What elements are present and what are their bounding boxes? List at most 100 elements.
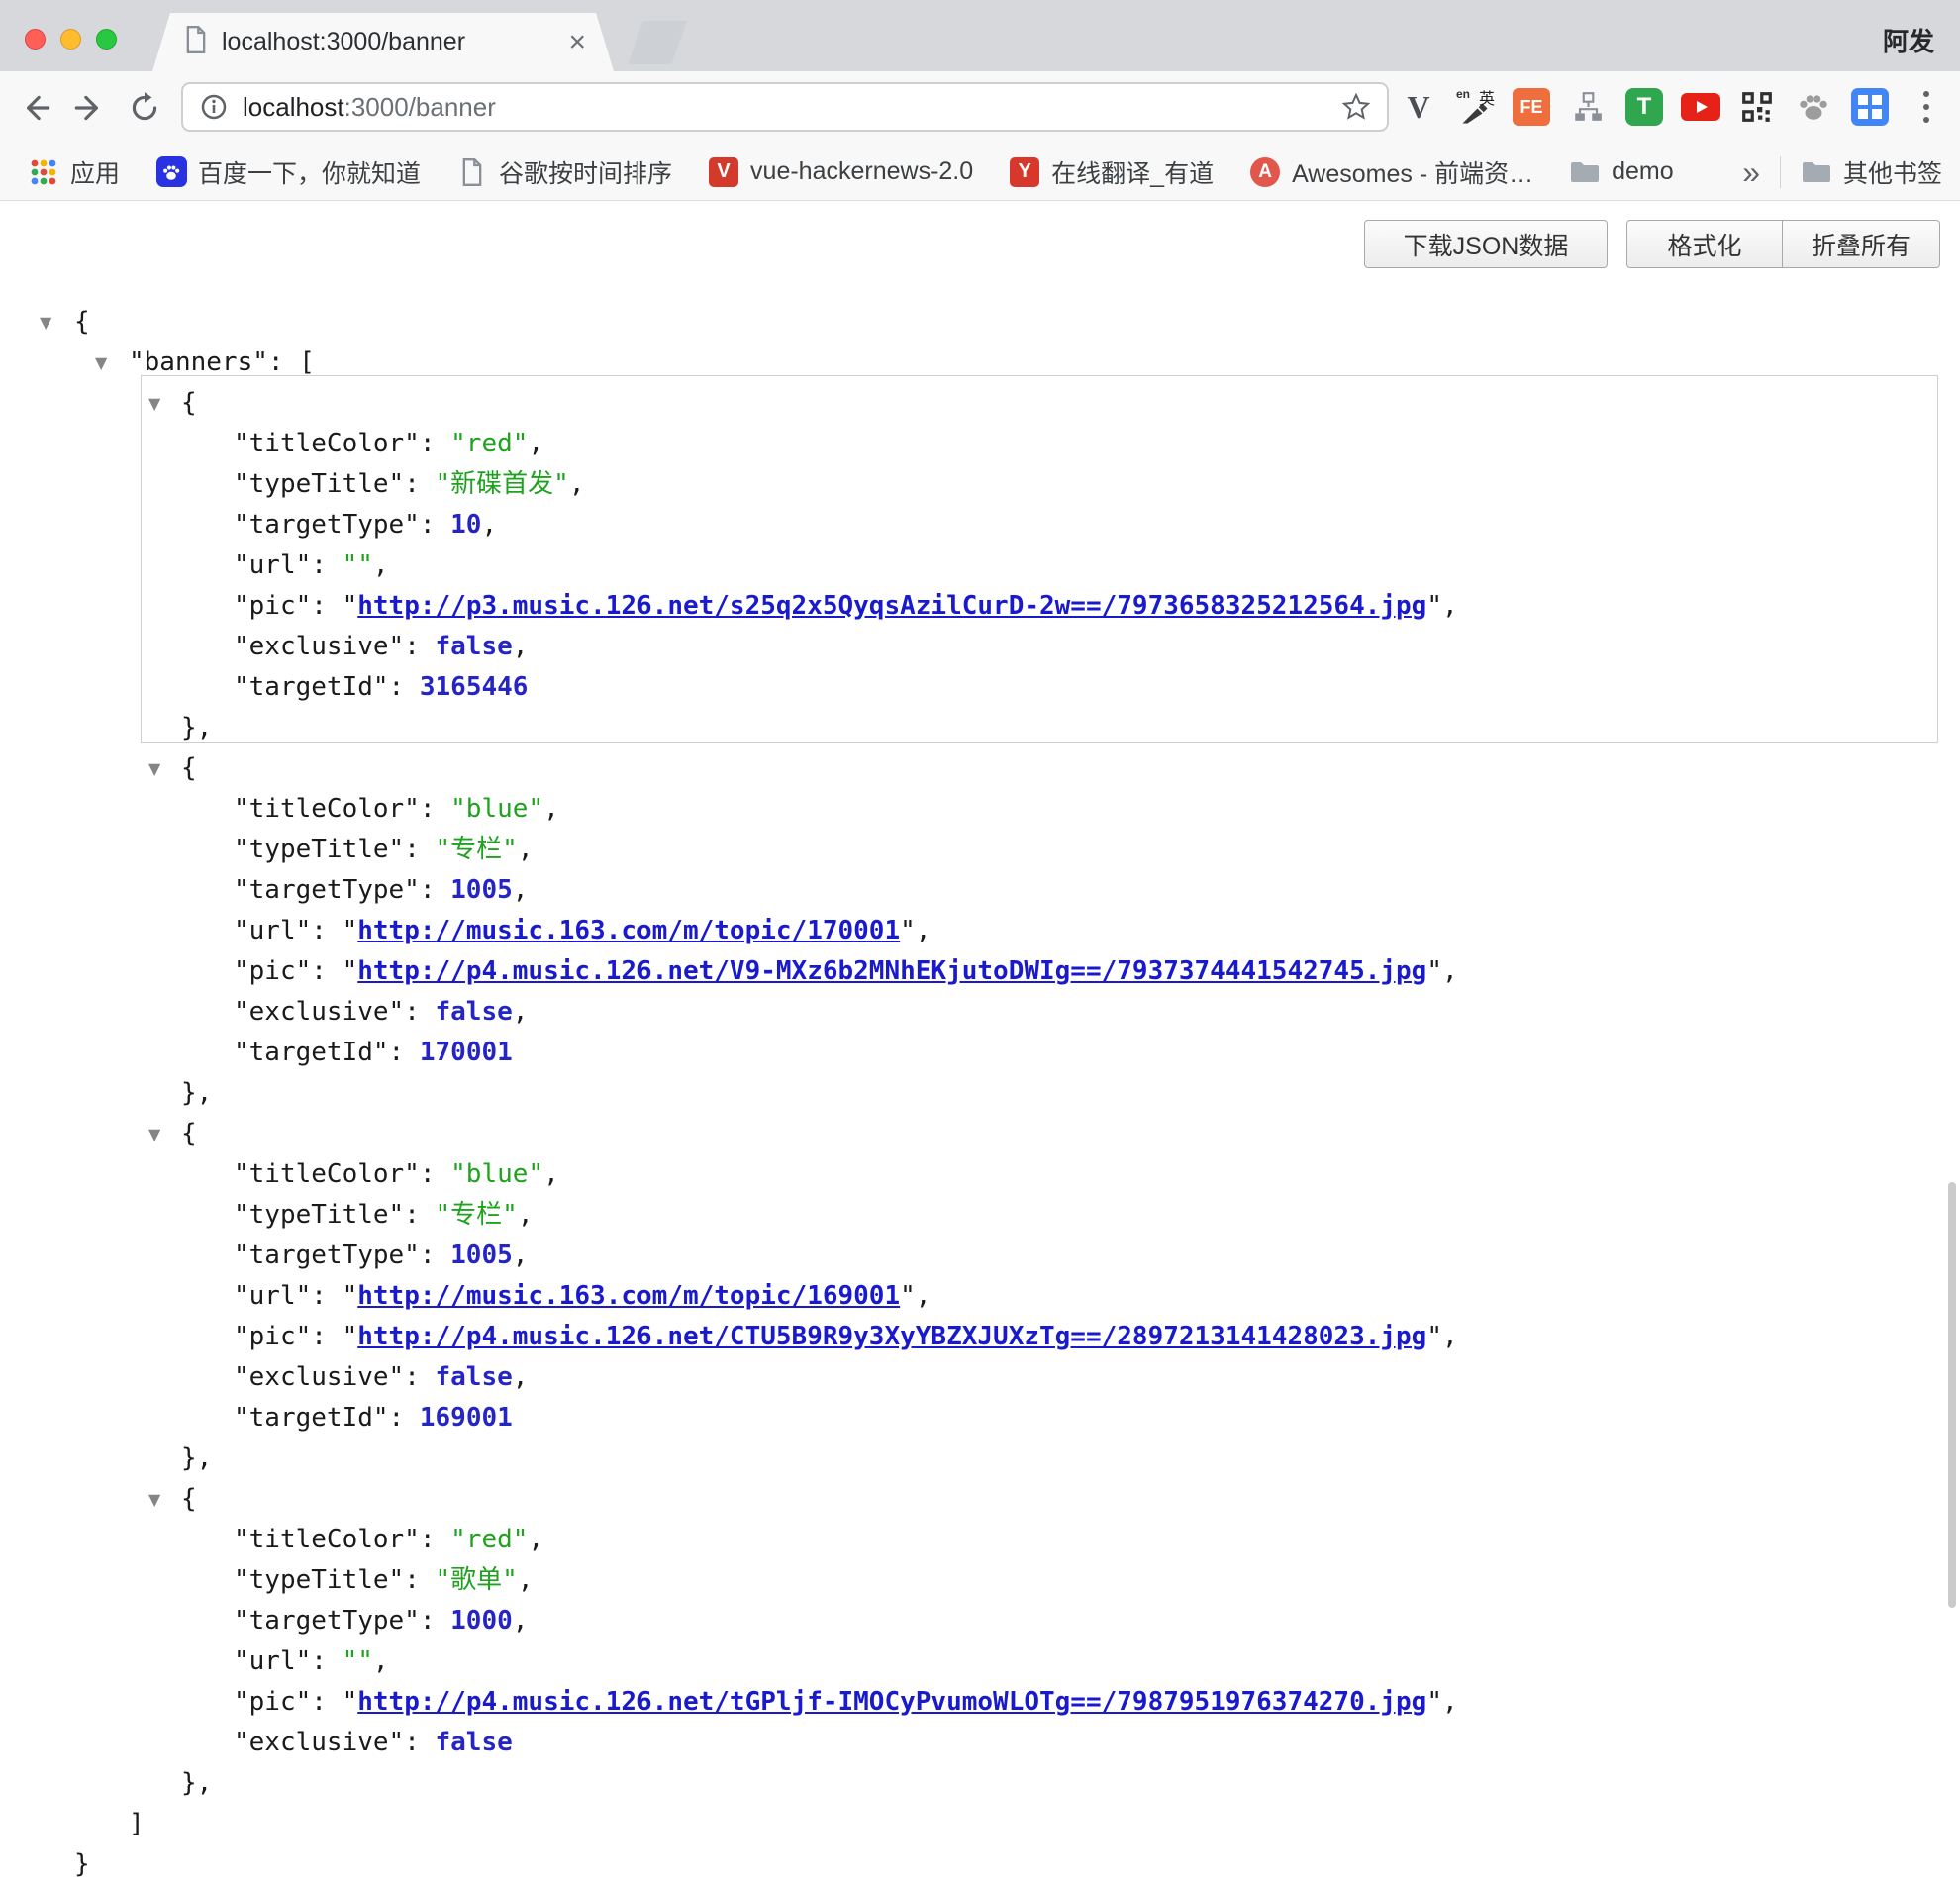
back-icon[interactable] xyxy=(16,88,55,128)
json-line: "targetType": 1005, xyxy=(0,870,1960,911)
blue-grid-icon[interactable] xyxy=(1848,85,1892,129)
json-punctuation: : xyxy=(311,916,342,945)
url-link[interactable]: http://p4.music.126.net/tGPljf-IMOCyPvum… xyxy=(357,1687,1426,1717)
json-line: "typeTitle": "专栏", xyxy=(0,830,1960,870)
json-line: "exclusive": false xyxy=(0,1723,1960,1763)
bookmark-label: 应用 xyxy=(70,154,120,190)
json-punctuation: " xyxy=(900,1281,916,1311)
bookmark-item-vue-hackernews[interactable]: V vue-hackernews-2.0 xyxy=(708,156,973,188)
json-key: "targetType" xyxy=(234,1606,420,1636)
window-titlebar: localhost:3000/banner × 阿发 xyxy=(0,0,1960,71)
youdao-icon: Y xyxy=(1009,156,1040,188)
collapse-triangle-icon[interactable]: ▼ xyxy=(95,343,107,383)
json-value-string: "blue" xyxy=(450,1159,543,1189)
v-mark-icon[interactable]: V xyxy=(1397,85,1440,129)
json-line: "targetId": 3165446 xyxy=(0,667,1960,708)
bookmark-star-icon[interactable] xyxy=(1341,92,1371,122)
qrcode-icon[interactable] xyxy=(1735,85,1779,129)
info-icon[interactable] xyxy=(199,92,229,122)
url-link[interactable]: http://p4.music.126.net/V9-MXz6b2MNhEKju… xyxy=(357,956,1426,986)
url-link[interactable]: http://p3.music.126.net/s25q2x5QyqsAzilC… xyxy=(357,591,1426,621)
bookmark-item-demo[interactable]: demo xyxy=(1569,156,1674,188)
json-key: "pic" xyxy=(234,956,311,986)
browser-toolbar: localhost:3000/banner V en英 FE T xyxy=(0,71,1960,144)
json-line: "pic": "http://p3.music.126.net/s25q2x5Q… xyxy=(0,586,1960,627)
vertical-scrollbar[interactable] xyxy=(1948,1182,1956,1608)
menu-dots-icon[interactable] xyxy=(1905,85,1948,129)
url-link[interactable]: http://music.163.com/m/topic/170001 xyxy=(357,916,900,945)
json-punctuation: " xyxy=(343,591,358,621)
json-value-string: "red" xyxy=(450,429,528,458)
fe-icon[interactable]: FE xyxy=(1510,85,1553,129)
browser-tab[interactable]: localhost:3000/banner × xyxy=(152,13,614,71)
json-line: "exclusive": false, xyxy=(0,627,1960,667)
json-punctuation: }, xyxy=(181,1443,212,1473)
collapse-triangle-icon[interactable]: ▼ xyxy=(148,748,160,789)
json-punctuation: , xyxy=(569,469,585,499)
json-key: "typeTitle" xyxy=(234,1565,404,1595)
traffic-lights xyxy=(25,29,117,50)
json-value-number: 170001 xyxy=(420,1038,513,1067)
reload-icon[interactable] xyxy=(125,88,164,128)
maximize-window-button[interactable] xyxy=(96,29,117,50)
json-object: ▼{"titleColor": "blue","typeTitle": "专栏"… xyxy=(0,1114,1960,1479)
json-punctuation: " xyxy=(1426,1322,1442,1351)
bookmark-item-baidu[interactable]: 百度一下，你就知道 xyxy=(155,154,421,190)
json-key: "exclusive" xyxy=(234,1362,404,1392)
youtube-icon[interactable] xyxy=(1679,85,1722,129)
json-line: ▼{ xyxy=(0,748,1960,789)
collapse-triangle-icon[interactable]: ▼ xyxy=(148,383,160,424)
collapse-triangle-icon[interactable]: ▼ xyxy=(40,302,51,343)
json-punctuation: , xyxy=(373,1646,389,1676)
json-key: "targetType" xyxy=(234,1240,420,1270)
bookmark-item-google-sort[interactable]: 谷歌按时间排序 xyxy=(456,154,672,190)
page-content: 下载JSON数据 格式化 折叠所有 ▼{▼"banners": [▼{"titl… xyxy=(0,201,1960,1736)
collapse-triangle-icon[interactable]: ▼ xyxy=(148,1479,160,1520)
url-link[interactable]: http://music.163.com/m/topic/169001 xyxy=(357,1281,900,1311)
bookmark-item-apps[interactable]: 应用 xyxy=(28,154,120,190)
json-line: "url": "http://music.163.com/m/topic/169… xyxy=(0,1276,1960,1317)
other-bookmarks-folder[interactable]: 其他书签 xyxy=(1801,154,1942,190)
json-punctuation: , xyxy=(916,916,931,945)
json-punctuation: : xyxy=(389,672,420,702)
close-window-button[interactable] xyxy=(25,29,46,50)
bookmark-label: 谷歌按时间排序 xyxy=(499,154,672,190)
new-tab-button[interactable] xyxy=(628,21,687,64)
paw-icon[interactable] xyxy=(1792,85,1835,129)
json-value-string: "red" xyxy=(450,1525,528,1554)
bookmark-item-youdao[interactable]: Y 在线翻译_有道 xyxy=(1009,154,1214,190)
url-link[interactable]: http://p4.music.126.net/CTU5B9R9y3XyYBZX… xyxy=(357,1322,1426,1351)
json-punctuation: " xyxy=(1426,591,1442,621)
address-bar[interactable]: localhost:3000/banner xyxy=(181,82,1389,132)
json-value-number: 1005 xyxy=(450,1240,513,1270)
translate-pen-icon[interactable]: en英 xyxy=(1453,85,1497,129)
collapse-triangle-icon[interactable]: ▼ xyxy=(148,1114,160,1154)
json-punctuation: , xyxy=(1442,591,1458,621)
json-line: }, xyxy=(0,1763,1960,1804)
bookmark-label: demo xyxy=(1612,157,1674,186)
forward-icon[interactable] xyxy=(69,88,109,128)
json-key: "titleColor" xyxy=(234,1159,420,1189)
json-line: "url": "", xyxy=(0,546,1960,586)
json-punctuation: , xyxy=(528,429,543,458)
org-chart-icon[interactable] xyxy=(1566,85,1610,129)
json-line: "typeTitle": "专栏", xyxy=(0,1195,1960,1236)
json-line: "url": "", xyxy=(0,1641,1960,1682)
minimize-window-button[interactable] xyxy=(60,29,81,50)
json-key: "typeTitle" xyxy=(234,835,404,864)
page-favicon-icon xyxy=(184,26,208,58)
format-button[interactable]: 格式化 xyxy=(1626,220,1783,268)
profile-name: 阿发 xyxy=(1883,22,1934,58)
json-punctuation: : xyxy=(420,794,450,824)
json-punctuation: : xyxy=(311,550,342,580)
json-punctuation: , xyxy=(1442,1687,1458,1717)
bookmark-label: 在线翻译_有道 xyxy=(1051,154,1214,190)
bookmarks-overflow-chevron-icon[interactable]: » xyxy=(1742,156,1760,188)
bookmark-item-awesomes[interactable]: A Awesomes - 前端资… xyxy=(1249,154,1533,190)
bookmark-label: 百度一下，你就知道 xyxy=(198,154,421,190)
download-json-button[interactable]: 下载JSON数据 xyxy=(1364,220,1608,268)
collapse-all-button[interactable]: 折叠所有 xyxy=(1783,220,1940,268)
json-punctuation: }, xyxy=(181,1768,212,1798)
green-t-icon[interactable]: T xyxy=(1622,85,1666,129)
tab-close-icon[interactable]: × xyxy=(568,28,586,57)
